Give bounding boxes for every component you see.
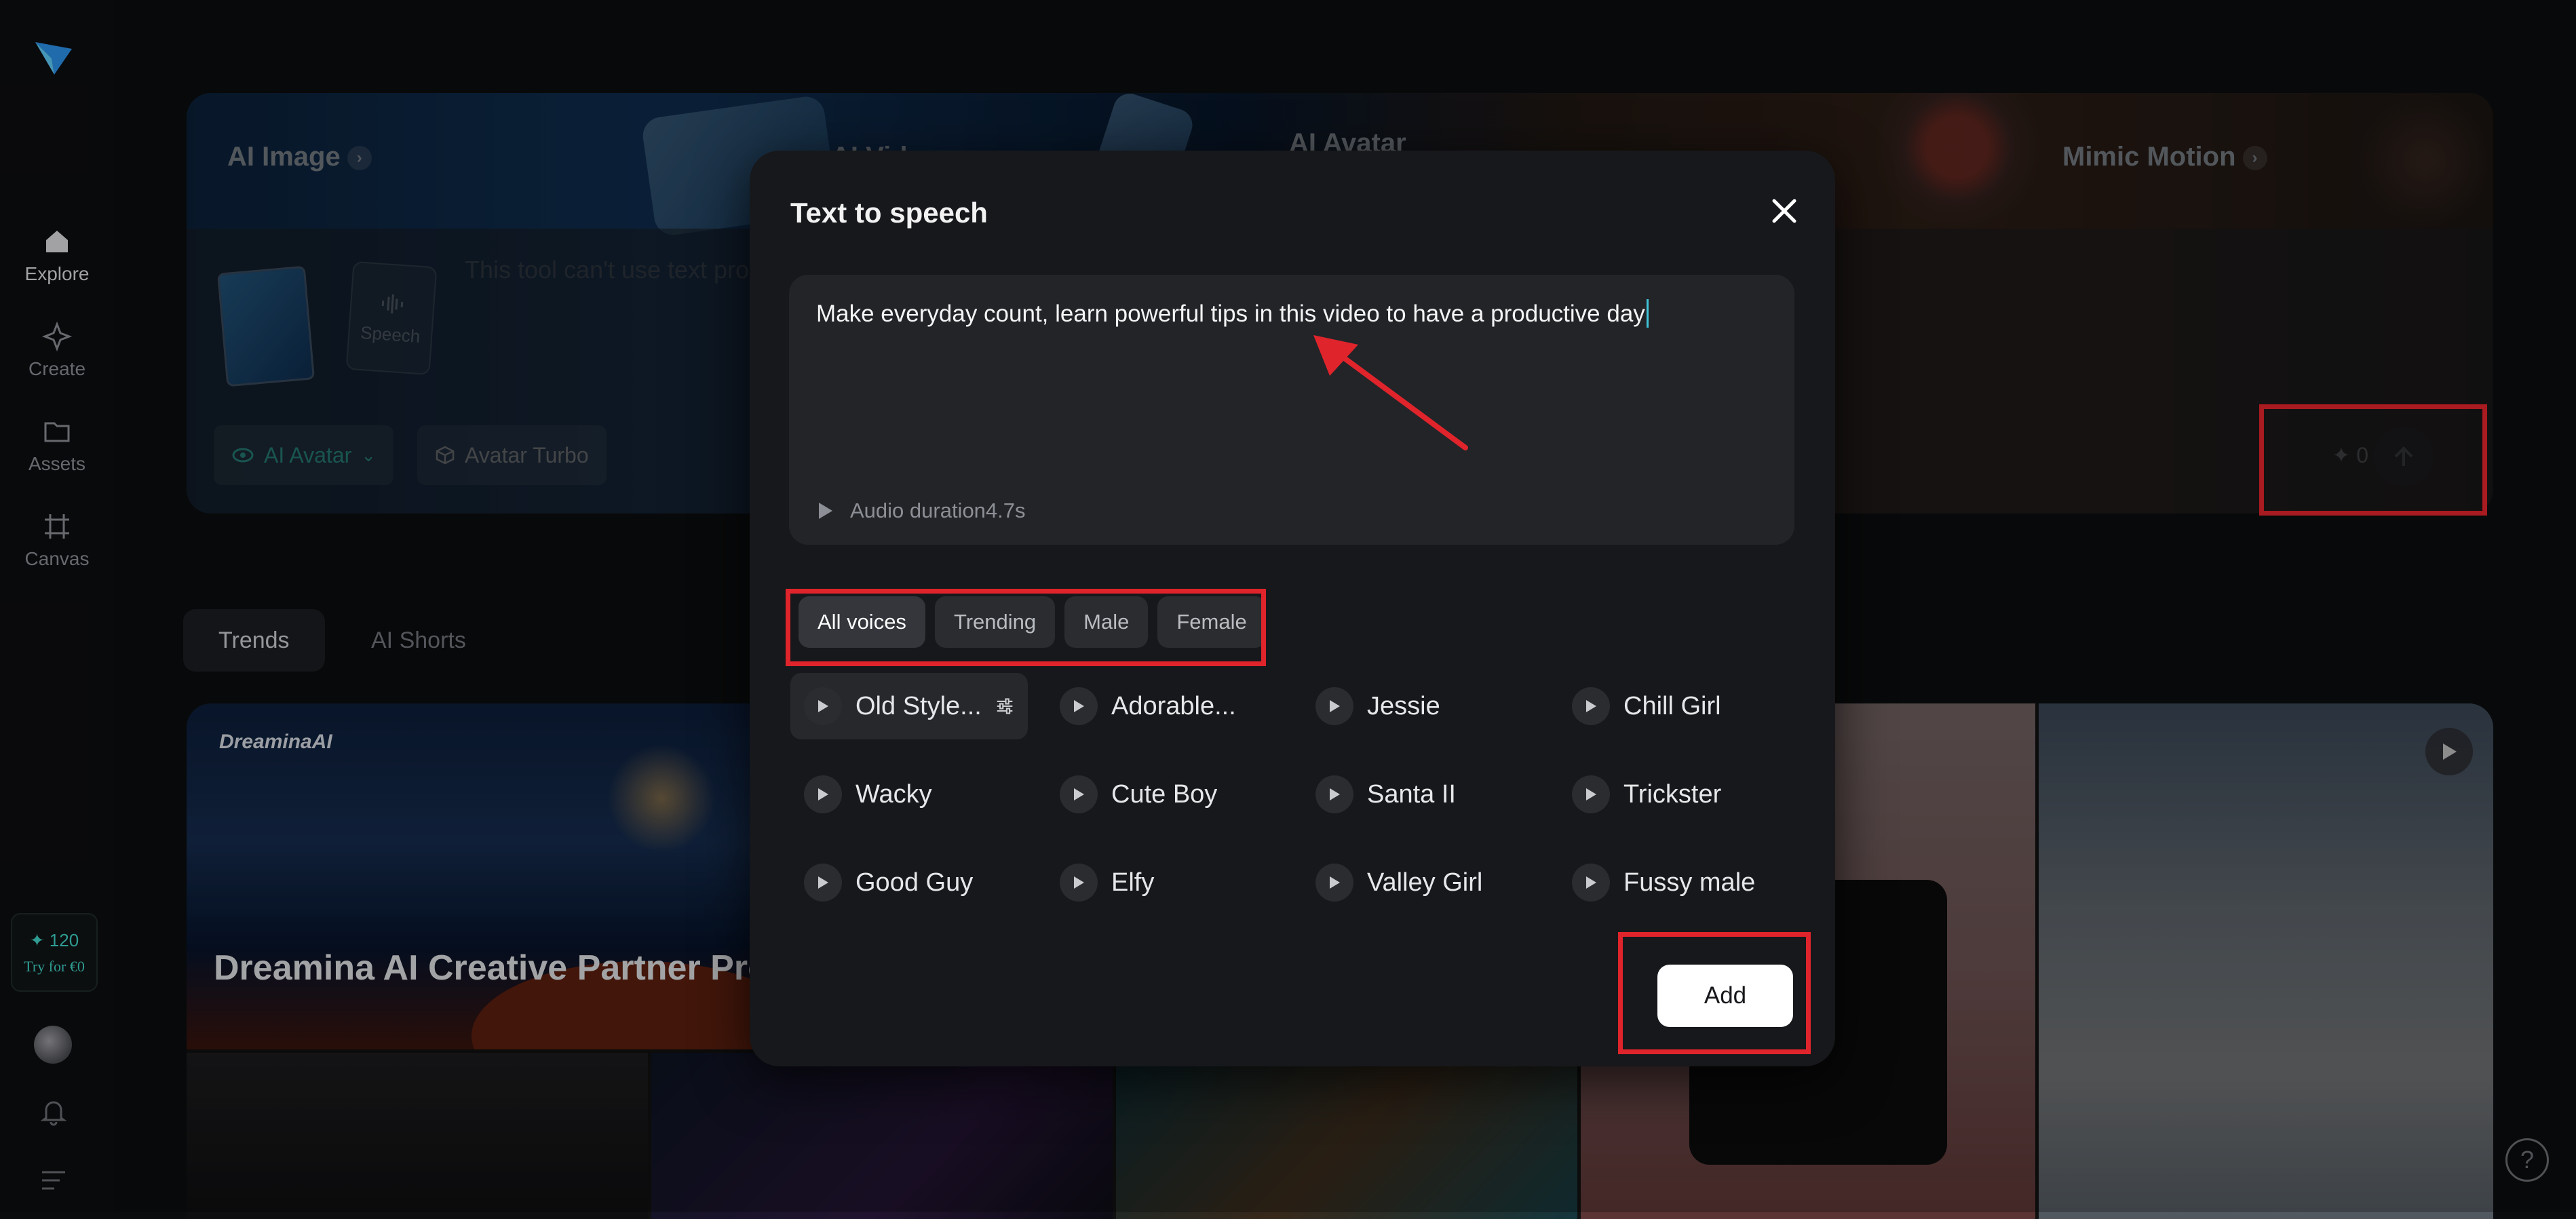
adjust-settings-icon[interactable] xyxy=(995,693,1014,720)
play-icon[interactable] xyxy=(1572,687,1610,725)
close-icon[interactable] xyxy=(1769,195,1800,227)
voice-name: Cute Boy xyxy=(1111,780,1217,809)
voice-option[interactable]: Good Guy xyxy=(790,849,1028,916)
play-icon[interactable] xyxy=(1315,687,1353,725)
voice-name: Fussy male xyxy=(1623,868,1755,897)
voice-name: Wacky xyxy=(856,780,932,809)
voice-name: Chill Girl xyxy=(1623,692,1721,721)
voice-name: Santa II xyxy=(1367,780,1456,809)
speech-text: Make everyday count, learn powerful tips… xyxy=(816,301,1645,327)
play-icon[interactable] xyxy=(804,864,842,902)
voice-option[interactable]: Cute Boy xyxy=(1046,761,1284,828)
annotation-arrow-icon xyxy=(1303,332,1472,461)
play-icon[interactable] xyxy=(1060,687,1098,725)
play-icon[interactable] xyxy=(1572,864,1610,902)
voice-option[interactable]: Elfy xyxy=(1046,849,1284,916)
voice-name: Jessie xyxy=(1367,692,1440,721)
play-icon[interactable] xyxy=(1315,775,1353,813)
highlight-add-button xyxy=(1618,932,1811,1054)
voice-option[interactable]: Valley Girl xyxy=(1302,849,1539,916)
voice-option[interactable]: Jessie xyxy=(1302,673,1539,739)
audio-preview[interactable]: Audio duration4.7s xyxy=(816,499,1026,523)
audio-duration: Audio duration4.7s xyxy=(850,499,1026,523)
speech-text-input[interactable]: Make everyday count, learn powerful tips… xyxy=(789,275,1794,545)
play-icon[interactable] xyxy=(804,687,842,725)
play-icon[interactable] xyxy=(1060,864,1098,902)
voice-option[interactable]: Adorable... xyxy=(1046,673,1284,739)
voice-option[interactable]: Chill Girl xyxy=(1558,673,1796,739)
voice-option[interactable]: Wacky xyxy=(790,761,1028,828)
play-icon[interactable] xyxy=(1060,775,1098,813)
play-icon xyxy=(816,501,835,521)
voice-name: Old Style... xyxy=(856,692,982,721)
text-caret xyxy=(1647,299,1649,328)
play-icon[interactable] xyxy=(1572,775,1610,813)
voice-option[interactable]: Trickster xyxy=(1558,761,1796,828)
voice-option[interactable]: Fussy male xyxy=(1558,849,1796,916)
voice-name: Valley Girl xyxy=(1367,868,1482,897)
voice-name: Good Guy xyxy=(856,868,973,897)
voice-name: Adorable... xyxy=(1111,692,1236,721)
voice-name: Elfy xyxy=(1111,868,1154,897)
voice-option[interactable]: Old Style... xyxy=(790,673,1028,739)
voice-option[interactable]: Santa II xyxy=(1302,761,1539,828)
highlight-voice-filters xyxy=(786,589,1266,666)
play-icon[interactable] xyxy=(1315,864,1353,902)
play-icon[interactable] xyxy=(804,775,842,813)
modal-title: Text to speech xyxy=(790,197,988,229)
voice-name: Trickster xyxy=(1623,780,1721,809)
